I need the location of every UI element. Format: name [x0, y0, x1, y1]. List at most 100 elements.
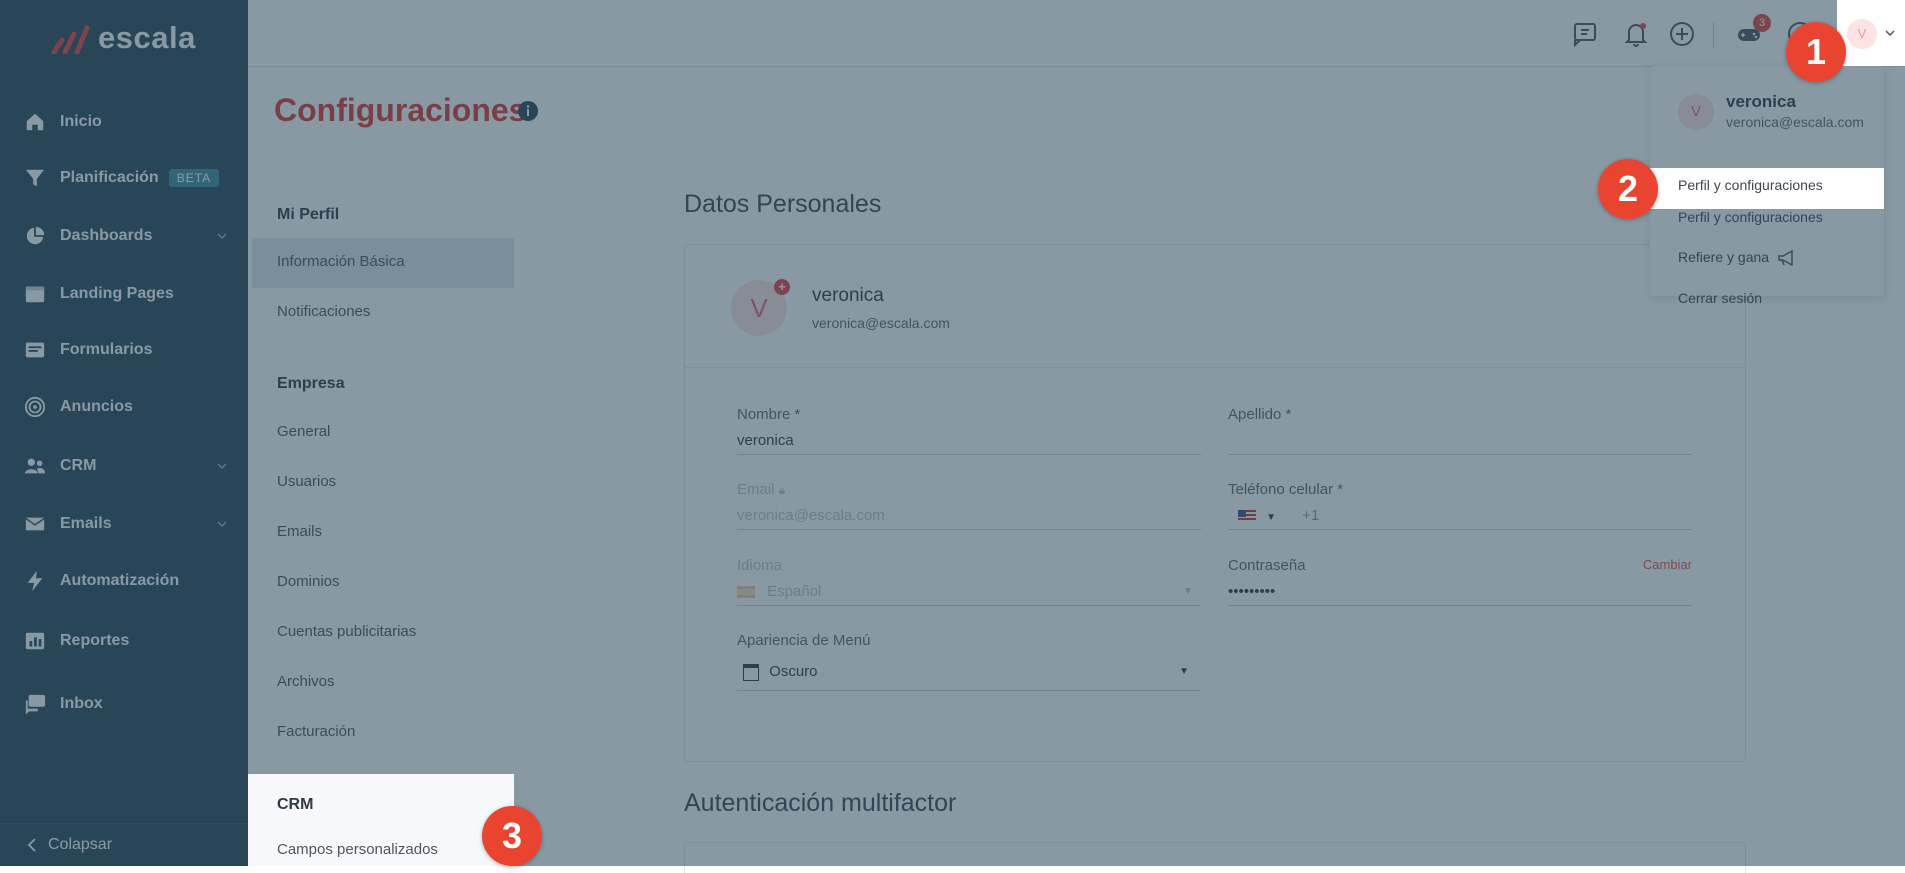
subnav-heading-empresa: Empresa: [277, 375, 345, 392]
sidebar-item-inbox[interactable]: Inbox: [0, 680, 248, 728]
form-icon: [25, 342, 45, 358]
idioma-select: Español ▼: [737, 579, 1201, 606]
collapse-label: Colapsar: [48, 836, 113, 853]
step-marker-3: 3: [482, 806, 542, 866]
mfa-card: [684, 842, 1746, 873]
sidebar-item-anuncios[interactable]: Anuncios: [0, 383, 248, 431]
sidebar-item-label: Automatización: [60, 572, 180, 589]
people-icon: [24, 458, 46, 474]
subnav-item-dominios[interactable]: Dominios: [277, 573, 340, 590]
sidebar-item-label: Planificación BETA: [60, 169, 220, 187]
filter-icon: [25, 169, 45, 187]
subnav-item-campos-personalizados[interactable]: Campos personalizados: [277, 841, 438, 858]
sidebar-item-label: Dashboards: [60, 227, 153, 244]
menu-item-perfil[interactable]: Perfil y configuraciones: [1678, 209, 1823, 225]
telefono-field[interactable]: Teléfono celular * ▼ +1: [1228, 481, 1692, 530]
apariencia-field[interactable]: Apariencia de Menú Oscuro ▼: [737, 632, 1201, 691]
subnav-item-notificaciones[interactable]: Notificaciones: [277, 303, 370, 320]
sidebar: escala Inicio Planificación BETA Dashboar…: [0, 0, 248, 866]
subnav-item-informacion-basica[interactable]: Información Básica: [277, 253, 405, 270]
sidebar-item-planificacion[interactable]: Planificación BETA: [0, 154, 248, 202]
sidebar-item-reportes[interactable]: Reportes: [0, 617, 248, 665]
sidebar-item-automatizacion[interactable]: Automatización: [0, 557, 248, 605]
step-marker-2: 2: [1598, 159, 1658, 219]
lock-icon: 🔒︎: [778, 483, 786, 497]
lightning-icon: [27, 570, 43, 592]
add-photo-icon[interactable]: +: [774, 279, 790, 295]
us-flag-icon[interactable]: [1238, 510, 1256, 523]
sidebar-item-label: Landing Pages: [60, 285, 174, 302]
apariencia-value: Oscuro: [769, 663, 818, 680]
subnav-item-emails[interactable]: Emails: [277, 523, 322, 540]
sidebar-item-formularios[interactable]: Formularios: [0, 326, 248, 374]
contrasena-input: •••••••••: [1228, 579, 1692, 606]
escala-logo-icon: [51, 25, 90, 54]
sidebar-item-crm[interactable]: CRM: [0, 442, 248, 490]
sidebar-item-label: Anuncios: [60, 398, 133, 415]
megaphone-icon: [1778, 250, 1793, 267]
info-icon[interactable]: [518, 101, 538, 121]
sidebar-item-label: CRM: [60, 457, 97, 474]
sidebar-item-emails[interactable]: Emails: [0, 500, 248, 548]
telefono-label: Teléfono celular *: [1228, 481, 1344, 498]
add-circle-icon[interactable]: [1668, 20, 1696, 48]
nombre-input[interactable]: veronica: [737, 428, 1201, 455]
email-input: veronica@escala.com: [737, 503, 1201, 530]
dropdown-user-email: veronica@escala.com: [1726, 114, 1864, 130]
sidebar-item-label: Formularios: [60, 341, 153, 358]
window-icon: [743, 663, 759, 681]
sidebar-item-inicio[interactable]: Inicio: [0, 98, 248, 146]
change-password-link[interactable]: Cambiar: [1643, 557, 1692, 572]
feedback-chat-icon[interactable]: [1572, 20, 1600, 48]
nombre-label: Nombre *: [737, 406, 801, 423]
select-caret-icon: ▼: [1179, 666, 1189, 677]
user-avatar: V: [1847, 19, 1877, 49]
subnav-item-facturacion[interactable]: Facturación: [277, 723, 355, 740]
apellido-input[interactable]: [1228, 428, 1692, 455]
subnav-heading-crm: CRM: [277, 796, 314, 813]
subnav-item-general[interactable]: General: [277, 423, 330, 440]
topbar-separator: [1713, 22, 1714, 48]
email-field: Email 🔒︎ veronica@escala.com: [737, 481, 1201, 530]
menu-item-cerrar-sesion[interactable]: Cerrar sesión: [1678, 290, 1762, 306]
bell-icon[interactable]: [1622, 20, 1650, 48]
subnav-item-archivos[interactable]: Archivos: [277, 673, 335, 690]
brand-logo[interactable]: escala: [50, 20, 196, 56]
menu-item-perfil-highlight[interactable]: Perfil y configuraciones: [1650, 168, 1884, 209]
envelope-icon: [25, 517, 45, 531]
section-title-datos-personales: Datos Personales: [684, 190, 882, 218]
subnav-item-usuarios[interactable]: Usuarios: [277, 473, 336, 490]
notification-count-badge: 3: [1753, 14, 1771, 32]
spain-flag-icon: [737, 586, 755, 599]
email-label: Email 🔒︎: [737, 481, 786, 498]
contrasena-field[interactable]: Contraseña Cambiar •••••••••: [1228, 557, 1692, 606]
select-caret-icon: ▼: [1183, 586, 1193, 597]
menu-item-refiere-y-gana[interactable]: Refiere y gana: [1678, 249, 1797, 267]
dropdown-user-name: veronica: [1726, 92, 1796, 111]
menu-item-perfil-label: Perfil y configuraciones: [1678, 177, 1823, 193]
chevron-down-icon: [217, 233, 227, 240]
subnav-item-cuentas-publicitarias[interactable]: Cuentas publicitarias: [277, 623, 416, 640]
dropdown-avatar: V: [1678, 94, 1714, 130]
country-caret-icon[interactable]: ▼: [1266, 512, 1276, 523]
apariencia-select[interactable]: Oscuro ▼: [737, 654, 1201, 691]
apariencia-label: Apariencia de Menú: [737, 632, 871, 649]
nombre-field[interactable]: Nombre * veronica: [737, 406, 1201, 455]
sidebar-item-landing-pages[interactable]: Landing Pages: [0, 270, 248, 318]
apellido-label: Apellido *: [1228, 406, 1292, 423]
sidebar-item-label: Emails: [60, 515, 112, 532]
sidebar-item-label: Inbox: [60, 695, 103, 712]
target-icon: [24, 396, 46, 418]
collapse-sidebar-button[interactable]: Colapsar: [0, 823, 248, 866]
apellido-field[interactable]: Apellido *: [1228, 406, 1692, 455]
page-title: Configuraciones: [274, 92, 527, 128]
browser-window-icon: [25, 286, 45, 303]
telefono-input[interactable]: ▼ +1: [1228, 503, 1692, 530]
sidebar-item-dashboards[interactable]: Dashboards: [0, 212, 248, 260]
idioma-value: Español: [767, 583, 822, 600]
profile-name: veronica: [812, 285, 884, 306]
subnav-crm-section: CRM Campos personalizados: [248, 774, 514, 866]
report-chart-icon: [25, 632, 45, 650]
pie-chart-icon: [26, 226, 45, 245]
user-avatar-button[interactable]: V: [1837, 0, 1905, 66]
